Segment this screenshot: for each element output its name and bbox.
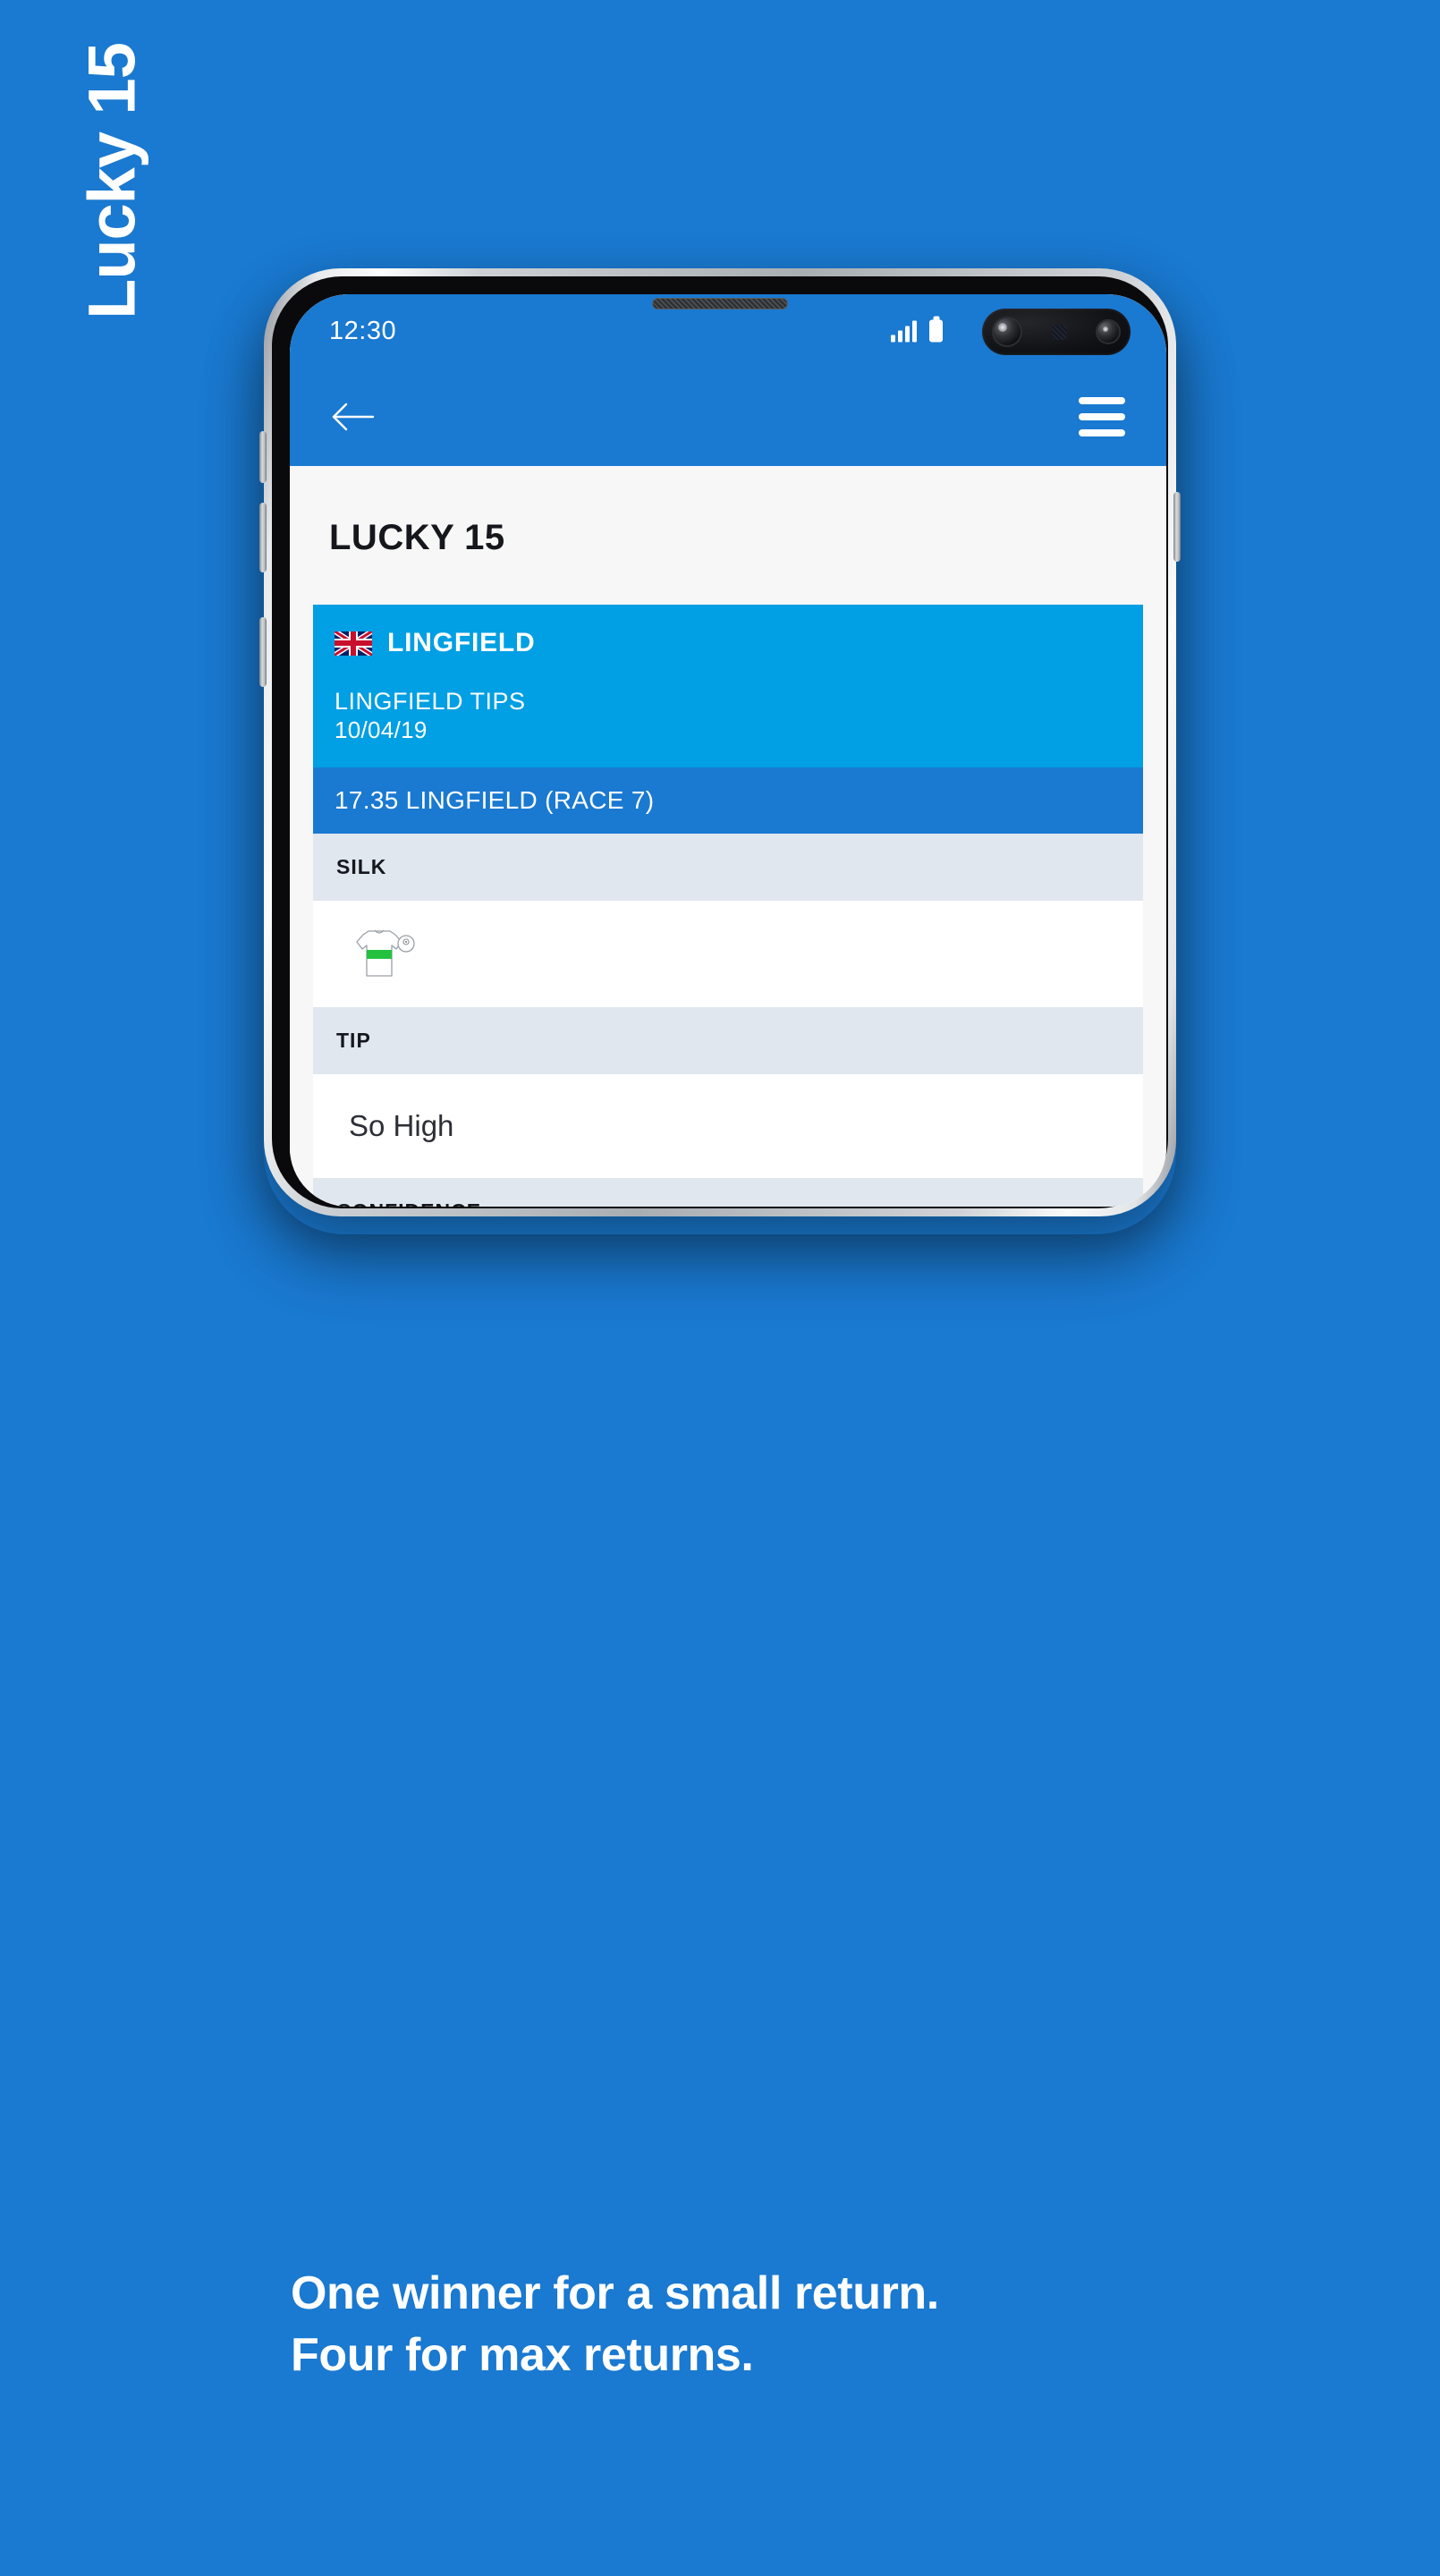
status-bar-time: 12:30 xyxy=(329,316,397,345)
silk-row xyxy=(313,901,1143,1008)
phone-button-bixby[interactable] xyxy=(259,431,267,483)
tips-block: LINGFIELD TIPS 10/04/19 xyxy=(335,687,1143,744)
tips-title: LINGFIELD TIPS xyxy=(335,688,526,715)
phone-button-power[interactable] xyxy=(1173,492,1181,562)
signal-bars-icon xyxy=(891,320,917,343)
tip-card[interactable]: LINGFIELD LINGFIELD TIPS 10/04/19 17.35 … xyxy=(313,605,1143,1207)
camera-lens-secondary-icon xyxy=(1096,319,1121,344)
app-nav-bar xyxy=(290,368,1166,466)
app-content[interactable]: LUCKY 15 LINGFIELD LINGFIELD TIPS 10/04/… xyxy=(290,466,1166,1207)
phone-frame: 12:30 LUCKY 15 LINGFIELD LINGFIELD TIPS … xyxy=(259,268,1181,1216)
hamburger-menu-icon[interactable] xyxy=(1079,397,1125,436)
caption: One winner for a small return. Four for … xyxy=(291,2263,1185,2385)
uk-flag-icon xyxy=(335,631,372,656)
battery-full-icon xyxy=(929,319,943,343)
tips-date: 10/04/19 xyxy=(335,716,428,743)
tip-row: So High xyxy=(313,1074,1143,1179)
section-header-silk: SILK xyxy=(313,834,1143,902)
side-vertical-title: Lucky 15 xyxy=(0,0,161,358)
phone-bezel: 12:30 LUCKY 15 LINGFIELD LINGFIELD TIPS … xyxy=(272,276,1168,1208)
front-camera-cutout xyxy=(982,309,1131,355)
phone-mockup: 12:30 LUCKY 15 LINGFIELD LINGFIELD TIPS … xyxy=(259,268,1181,1216)
venue-name: LINGFIELD xyxy=(387,628,536,657)
race-row[interactable]: 17.35 LINGFIELD (RACE 7) xyxy=(313,767,1143,835)
side-vertical-title-text: Lucky 15 xyxy=(74,43,149,319)
jockey-silk-icon xyxy=(336,920,422,987)
phone-button-volume-down[interactable] xyxy=(259,617,267,687)
back-arrow-icon[interactable] xyxy=(331,399,376,435)
page-title: LUCKY 15 xyxy=(329,518,505,557)
status-bar-indicators xyxy=(891,319,943,343)
caption-line-2: Four for max returns. xyxy=(291,2328,754,2381)
phone-button-volume-up[interactable] xyxy=(259,503,267,572)
section-header-tip: TIP xyxy=(313,1007,1143,1075)
tip-value: So High xyxy=(349,1109,454,1143)
venue-row: LINGFIELD xyxy=(335,628,1143,658)
camera-lens-icon xyxy=(992,317,1022,347)
app-header-region: 12:30 xyxy=(290,294,1166,466)
app-viewport: 12:30 LUCKY 15 LINGFIELD LINGFIELD TIPS … xyxy=(290,294,1166,1207)
tip-card-header: LINGFIELD LINGFIELD TIPS 10/04/19 xyxy=(313,605,1143,768)
camera-sensor-icon xyxy=(1051,324,1067,340)
earpiece-speaker-icon xyxy=(652,298,788,309)
phone-screen: 12:30 LUCKY 15 LINGFIELD LINGFIELD TIPS … xyxy=(290,294,1166,1207)
section-header-confidence: CONFIDENCE xyxy=(313,1178,1143,1207)
caption-line-1: One winner for a small return. xyxy=(291,2267,939,2319)
